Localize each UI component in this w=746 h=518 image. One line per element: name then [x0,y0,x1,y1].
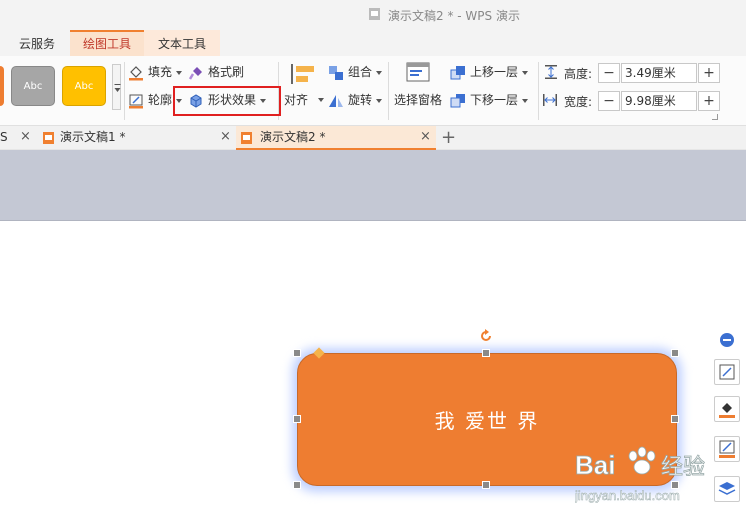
paint-bucket-icon [129,65,143,80]
resize-handle-bottom[interactable] [482,481,490,489]
new-tab-button[interactable]: + [441,127,456,148]
width-input[interactable]: 9.98厘米 [621,91,697,111]
resize-handle-left[interactable] [293,415,301,423]
shape-style-gray[interactable]: Abc [11,66,55,106]
width-label: 宽度: [564,95,593,109]
more-arrow-icon [114,84,121,92]
shape-style-orange-partial[interactable] [0,66,4,106]
bring-forward-button[interactable]: 上移一层 [450,62,529,82]
separator [538,62,539,120]
presentation-file-icon [241,132,252,144]
paint-bucket-icon [719,403,735,418]
selection-pane-icon [406,62,430,82]
close-icon[interactable]: × [220,126,231,148]
doc-tab-partial[interactable]: S × [0,126,36,150]
svg-text:Bai: Bai [575,450,615,480]
rotate-handle-icon[interactable] [479,329,493,343]
group-button[interactable]: 组合 [328,62,383,82]
width-icon [543,94,557,106]
svg-text:jingyan.baidu.com: jingyan.baidu.com [575,488,680,503]
rotate-button[interactable]: 旋转 [328,90,383,110]
group-icon [329,65,343,80]
dialog-launcher-icon[interactable] [712,114,718,120]
height-input[interactable]: 3.49厘米 [621,63,697,83]
baidu-jingyan-watermark: Bai 经验 jingyan.baidu.com [574,440,745,510]
shape-style-side-button[interactable] [714,359,740,385]
doc-tab-presentation2[interactable]: 演示文稿2 * × [236,126,436,150]
rotate-icon [329,94,343,107]
presentation-file-icon [43,132,54,144]
resize-handle-top-right[interactable] [671,349,679,357]
format-painter-icon [188,66,202,80]
workspace-background [0,150,746,220]
edit-shape-icon [719,364,735,380]
tab-text-tools[interactable]: 文本工具 [144,30,220,56]
presentation-file-icon [369,8,380,20]
width-increase-button[interactable]: + [698,91,720,111]
style-gallery-more-button[interactable] [112,64,121,110]
title-bar: 演示文稿2 * - WPS 演示 [0,0,746,30]
height-decrease-button[interactable]: − [598,63,620,83]
close-icon[interactable]: × [420,126,431,148]
align-icon [291,64,314,84]
baidu-paw-logo: Bai 经验 jingyan.baidu.com [574,446,705,503]
bring-forward-icon [450,65,465,79]
format-painter-button[interactable]: 格式刷 [188,62,244,82]
ribbon-tab-bar: 云服务 绘图工具 文本工具 [0,30,746,56]
pen-outline-icon [129,94,143,108]
tab-drawing-tools[interactable]: 绘图工具 [70,30,144,56]
ribbon-toolbar: Abc Abc 填充 格式刷 轮廓 形状效果 对齐 组合 旋转 选择窗格 上移一… [0,56,746,126]
collapse-toolbar-icon[interactable] [720,333,734,347]
fill-button[interactable]: 填充 [128,62,183,82]
doc-tab-presentation1[interactable]: 演示文稿1 * × [38,126,234,150]
fill-side-button[interactable] [714,396,740,422]
separator [124,62,125,120]
svg-text:经验: 经验 [661,455,705,480]
window-title: 演示文稿2 * - WPS 演示 [388,9,520,23]
height-label: 高度: [564,67,593,81]
shape-effects-highlight-box [173,86,281,116]
resize-handle-right[interactable] [671,415,679,423]
height-icon [545,65,557,79]
resize-handle-top-left[interactable] [293,349,301,357]
resize-handle-bottom-left[interactable] [293,481,301,489]
tab-cloud-service[interactable]: 云服务 [8,30,66,56]
send-backward-icon [450,93,465,107]
height-increase-button[interactable]: + [698,63,720,83]
close-icon[interactable]: × [20,126,31,148]
shape-text[interactable]: 我 爱世 界 [297,405,677,434]
width-decrease-button[interactable]: − [598,91,620,111]
resize-handle-top[interactable] [482,349,490,357]
shape-style-gold[interactable]: Abc [62,66,106,106]
separator [388,62,389,120]
send-backward-button[interactable]: 下移一层 [450,90,529,110]
document-tab-bar: S × 演示文稿1 * × 演示文稿2 * × [0,126,746,150]
